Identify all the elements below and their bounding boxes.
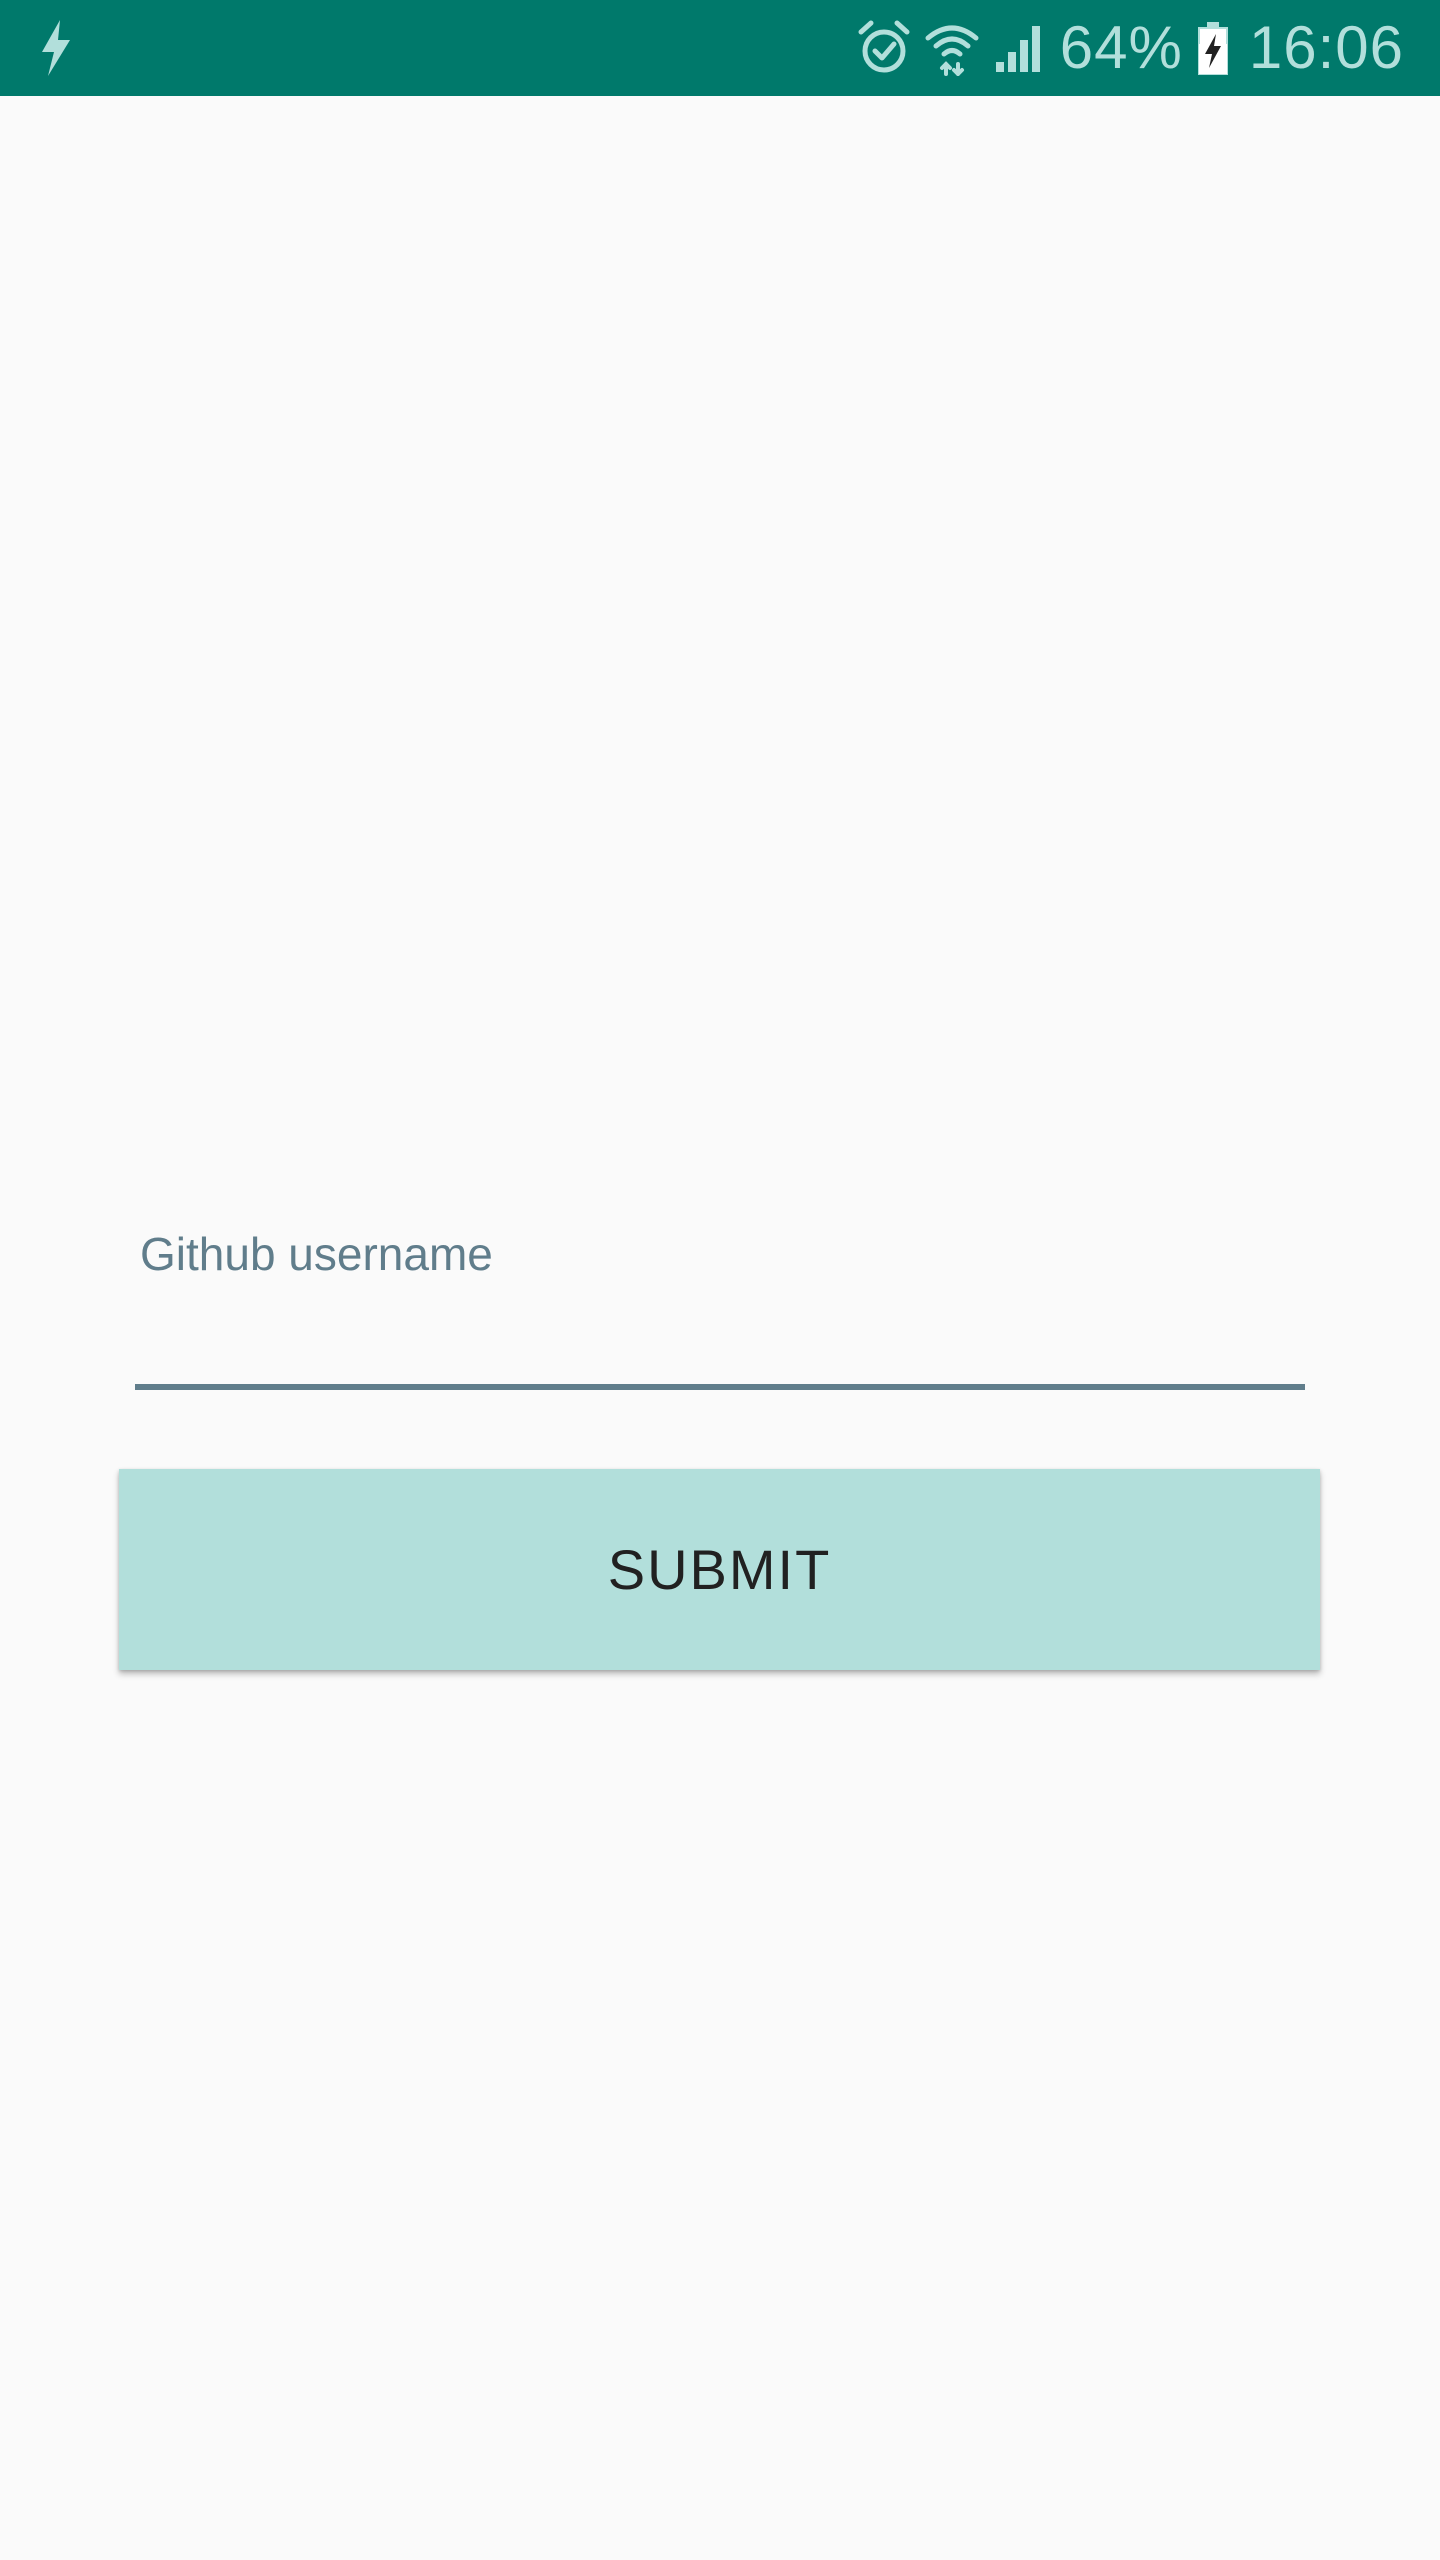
username-input[interactable] — [135, 1300, 1305, 1390]
username-label: Github username — [140, 1228, 493, 1280]
app-screen: 64% 16:06 Github username SUBMIT — [0, 0, 1440, 2560]
submit-button[interactable]: SUBMIT — [119, 1469, 1320, 1670]
login-form: Github username SUBMIT — [0, 0, 1440, 2560]
